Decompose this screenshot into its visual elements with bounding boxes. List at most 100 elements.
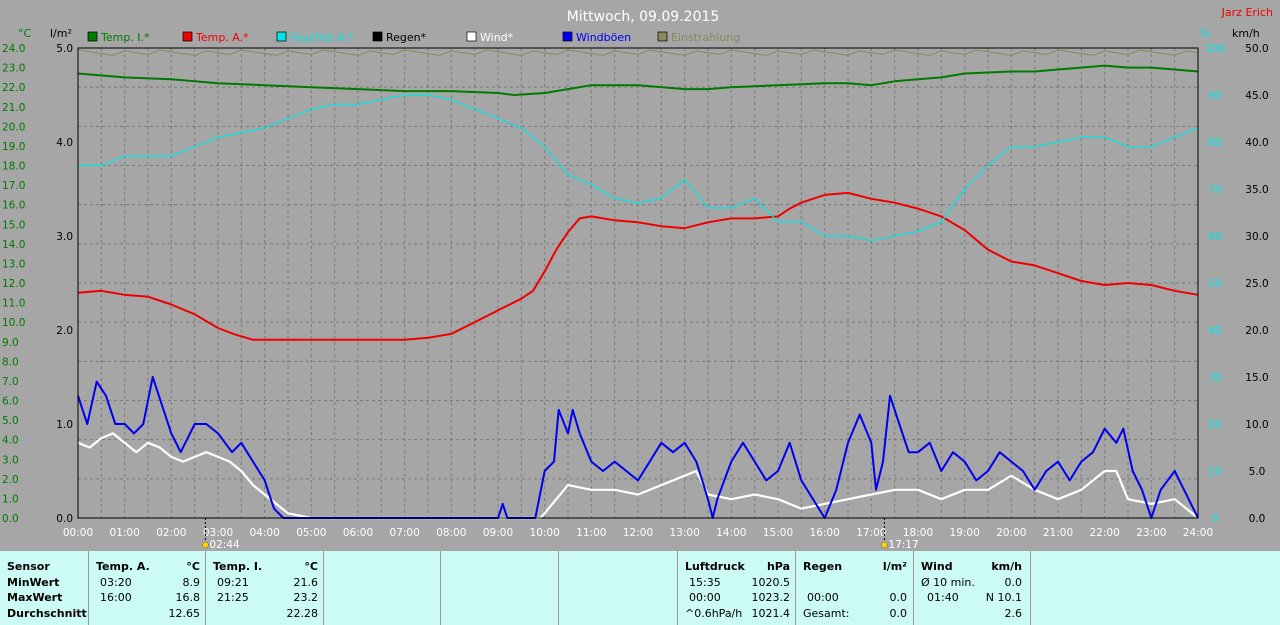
rain-tick-label: 1.0	[56, 419, 73, 431]
humidity-tick-label: 90	[1208, 90, 1221, 102]
temp-a-min-value: 8.9	[182, 576, 201, 589]
humidity-tick-label: 10	[1208, 466, 1221, 478]
time-tick-label: 17:00	[856, 527, 886, 539]
legend-label: Windböen	[576, 31, 631, 44]
wind-max-value: N 10.1	[985, 591, 1022, 604]
time-tick-label: 14:00	[716, 527, 746, 539]
wind-tick-label: 50.0	[1245, 43, 1268, 55]
temp-a-max-value: 16.8	[175, 591, 201, 604]
temp-tick-label: 20.0	[2, 121, 25, 133]
wind-axis-unit: km/h	[1232, 27, 1260, 40]
pressure-max-time: 00:00	[689, 591, 721, 604]
time-tick-label: 22:00	[1090, 527, 1120, 539]
temp-tick-label: 0.0	[2, 513, 19, 525]
time-tick-label: 21:00	[1043, 527, 1073, 539]
temp-i-max-value: 23.2	[293, 591, 319, 604]
temp-tick-label: 23.0	[2, 63, 25, 75]
temp-i-max-time: 21:25	[217, 591, 249, 604]
humidity-tick-label: 30	[1208, 372, 1221, 384]
temp-tick-label: 2.0	[2, 474, 19, 486]
wind-header: Wind	[921, 560, 953, 573]
temp-tick-label: 12.0	[2, 278, 25, 290]
pressure-unit: hPa	[766, 560, 790, 573]
panel-divider	[205, 551, 206, 625]
time-tick-label: 18:00	[903, 527, 933, 539]
legend-swatch	[562, 31, 573, 42]
chart-axes: 00:00 01:00 02:00 03:00 04:00 05:00 06:00 07:00…	[2, 43, 1269, 551]
legend-swatch	[657, 31, 668, 42]
wind-tick-label: 25.0	[1245, 278, 1268, 290]
rain-max-value: 0.0	[889, 591, 908, 604]
time-tick-label: 12:00	[623, 527, 653, 539]
sun-icon	[202, 541, 209, 549]
time-tick-label: 15:00	[763, 527, 793, 539]
wind-tick-label: 40.0	[1245, 137, 1268, 149]
sensor-header: Sensor	[7, 560, 50, 573]
sun-icon	[881, 541, 888, 549]
time-tick-label: 04:00	[250, 527, 280, 539]
rain-total-value: 0.0	[889, 607, 908, 620]
chart-legend: Temp. I.* Temp. A.* Feuchte A.* Regen* Wind*…	[87, 31, 740, 44]
time-tick-label: 16:00	[810, 527, 840, 539]
humidity-tick-label: 0	[1212, 513, 1219, 525]
panel-divider	[323, 551, 324, 625]
temp-a-min-time: 03:20	[100, 576, 132, 589]
legend-label: Einstrahlung	[671, 31, 740, 44]
temp-tick-label: 9.0	[2, 337, 19, 349]
wind-tick-label: 35.0	[1245, 184, 1268, 196]
time-tick-label: 11:00	[576, 527, 606, 539]
humidity-tick-label: 60	[1208, 231, 1221, 243]
pressure-trend: ^0.6hPa/h	[685, 607, 743, 620]
time-tick-label: 07:00	[390, 527, 420, 539]
panel-divider	[913, 551, 914, 625]
chart-grid	[77, 48, 1199, 518]
wind-average: 2.6	[1004, 607, 1023, 620]
temp-tick-label: 11.0	[2, 298, 25, 310]
temp-tick-label: 4.0	[2, 435, 19, 447]
row-label-min: MinWert	[7, 576, 60, 589]
panel-divider	[558, 551, 559, 625]
temp-tick-label: 21.0	[2, 102, 25, 114]
temp-tick-label: 17.0	[2, 180, 25, 192]
wind-max-time: 01:40	[927, 591, 959, 604]
temp-tick-label: 7.0	[2, 376, 19, 388]
legend-swatch	[276, 31, 287, 42]
rain-total-label: Gesamt:	[803, 607, 850, 620]
rain-tick-label: 5.0	[56, 43, 73, 55]
rain-tick-label: 0.0	[56, 513, 73, 525]
panel-divider	[88, 551, 89, 625]
time-tick-label: 08:00	[436, 527, 466, 539]
wind-tick-label: 30.0	[1245, 231, 1268, 243]
chart-title: Mittwoch, 09.09.2015	[567, 9, 720, 25]
legend-label: Regen*	[386, 31, 427, 44]
pressure-min-time: 15:35	[689, 576, 721, 589]
temp-tick-label: 8.0	[2, 356, 19, 368]
pressure-average: 1021.4	[751, 607, 791, 620]
legend-label: Feuchte A.*	[290, 31, 354, 44]
wind-tick-label: 5.0	[1249, 466, 1266, 478]
temp-tick-label: 3.0	[2, 454, 19, 466]
temp-tick-label: 5.0	[2, 415, 19, 427]
temp-axis-unit: °C	[18, 27, 32, 40]
legend-swatch	[372, 31, 383, 42]
wind-tick-label: 10.0	[1245, 419, 1268, 431]
humidity-tick-label: 100	[1205, 43, 1225, 55]
legend-swatch	[466, 31, 477, 42]
temp-a-unit: °C	[186, 560, 200, 573]
temp-i-min-time: 09:21	[217, 576, 249, 589]
humidity-tick-label: 40	[1208, 325, 1221, 337]
rain-header: Regen	[803, 560, 843, 573]
temp-tick-label: 19.0	[2, 141, 25, 153]
temp-tick-label: 1.0	[2, 493, 19, 505]
row-label-max: MaxWert	[7, 591, 63, 604]
time-tick-label: 19:00	[950, 527, 980, 539]
temp-i-unit: °C	[304, 560, 318, 573]
humidity-tick-label: 80	[1208, 137, 1221, 149]
temp-tick-label: 6.0	[2, 396, 19, 408]
temp-a-average: 12.65	[168, 607, 201, 620]
legend-swatch	[87, 31, 98, 42]
time-tick-label: 01:00	[110, 527, 140, 539]
rain-tick-label: 3.0	[56, 231, 73, 243]
rain-unit: l/m²	[882, 560, 907, 573]
wind-avg10-value: 0.0	[1004, 576, 1023, 589]
